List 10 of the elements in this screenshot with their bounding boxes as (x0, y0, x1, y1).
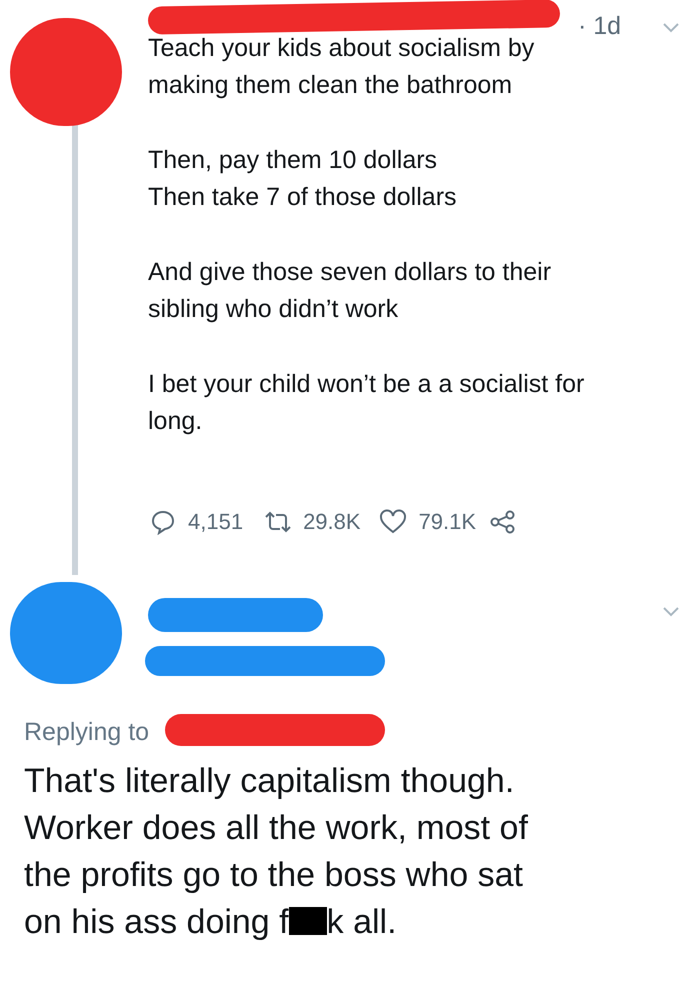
tweet-paragraph: Teach your kids about socialism by making them clean the bathroom (148, 33, 534, 101)
tweet-paragraph: And give those seven dollars to their sibling who didn’t work (148, 257, 552, 325)
like-count: 79.1K (418, 508, 476, 536)
timestamp[interactable]: · 1d (578, 8, 622, 46)
tweet-paragraph: I bet your child won’t be a a socialist for long. (148, 369, 584, 437)
tweet-paragraph: Then, pay them 10 dollars Then take 7 of those dollars (148, 145, 457, 213)
reply-text: That's literally capitalism though. Worker does all the work, most of the profits go to the boss who sat on his ass doing f k all. (24, 761, 528, 943)
replying-to-label: Replying to (24, 717, 150, 748)
retweet-count: 29.8K (303, 508, 361, 536)
reply-count: 4,151 (188, 508, 244, 536)
